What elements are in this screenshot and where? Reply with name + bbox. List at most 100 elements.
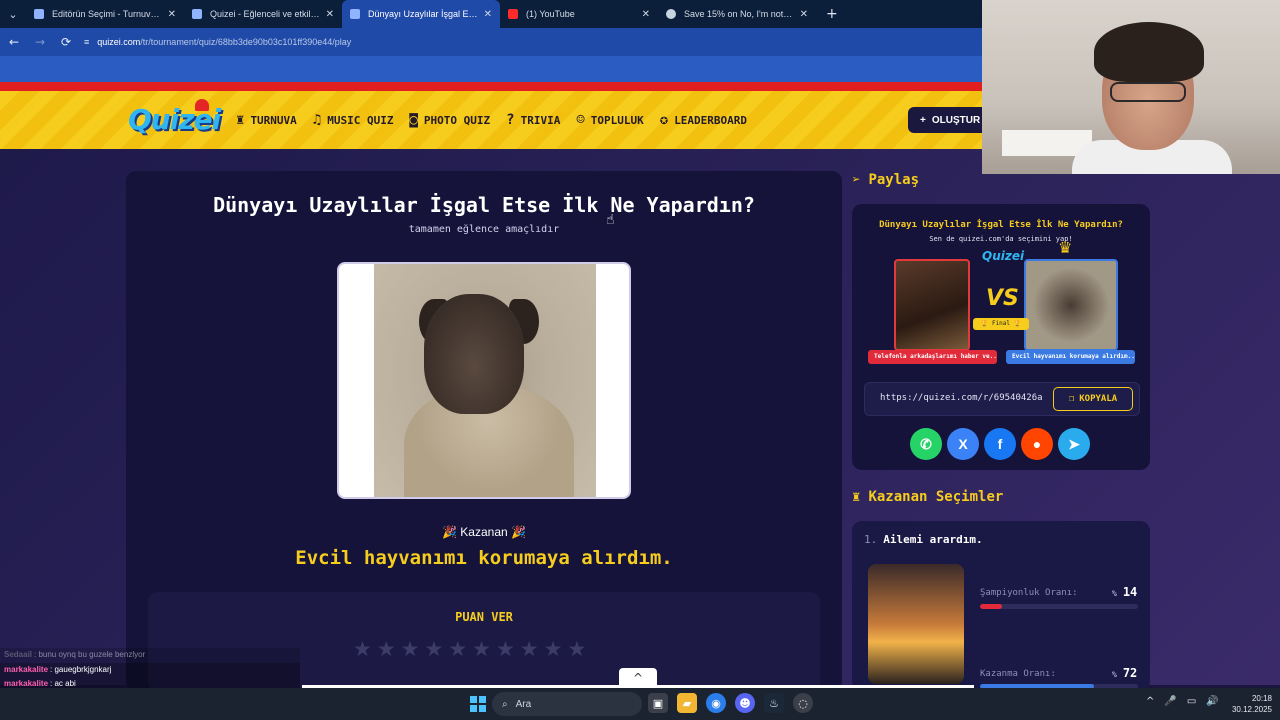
microphone-icon[interactable]: 🎤 (1164, 696, 1176, 707)
steam-favicon-icon (666, 9, 676, 19)
rating-star-icon[interactable]: ★ (567, 638, 586, 660)
nav-label: TURNUVA (250, 113, 297, 127)
nav-topluluk[interactable]: ☺ TOPLULUK (576, 112, 643, 128)
volume-icon[interactable]: 🔊 (1206, 696, 1218, 707)
preview-right-caption: Evcil hayvanımı korumaya alırdım... (1006, 350, 1135, 364)
nav-music-quiz[interactable]: ♫ MUSIC QUIZ (313, 112, 394, 128)
tab-close-icon[interactable]: ✕ (326, 9, 334, 20)
nav-label: PHOTO QUIZ (423, 113, 491, 127)
preview-left-caption: Telefonla arkadaşlarımı haber ve... (868, 350, 997, 364)
question-icon: ? (506, 112, 515, 128)
dog-photo (374, 264, 596, 497)
tab-title: Editörün Seçimi - Turnuva - Quizei (52, 9, 162, 19)
webcam-overlay (982, 0, 1280, 174)
rating-star-icon[interactable]: ★ (353, 638, 372, 660)
taskbar-search[interactable]: ⌕ Ara (492, 692, 642, 716)
nav-turnuva[interactable]: ♜ TURNUVA (236, 112, 297, 128)
chat-username[interactable]: Sedaail (4, 650, 32, 659)
tab-close-icon[interactable]: ✕ (642, 9, 650, 20)
new-tab-button[interactable]: + (826, 6, 838, 22)
site-info-icon[interactable]: ≡ (84, 37, 89, 47)
rank-choice-text: Ailemi arardım. (883, 533, 983, 546)
chrome-icon[interactable]: ◉ (706, 693, 726, 713)
browser-tab[interactable]: Editörün Seçimi - Turnuva - Quizei ✕ (26, 0, 184, 28)
win-rate-value: % 72 (1112, 666, 1138, 680)
rating-star-icon[interactable]: ★ (496, 638, 515, 660)
quizei-favicon-icon (192, 9, 202, 19)
quiz-title: Dünyayı Uzaylılar İşgal Etse İlk Ne Yapa… (213, 193, 755, 217)
x-twitter-icon[interactable]: X (947, 428, 979, 460)
star-rating: ★ ★ ★ ★ ★ ★ ★ ★ ★ ★ (353, 638, 586, 660)
champion-rate-bar (980, 604, 1138, 609)
rating-star-icon[interactable]: ★ (472, 638, 491, 660)
browser-tab[interactable]: Quizei - Eğlenceli ve etkileşimli ✕ (184, 0, 342, 28)
santa-hat-icon (195, 99, 209, 111)
taskbar-search-label: Ara (515, 698, 532, 710)
winners-heading: ♜ Kazanan Seçimler (852, 489, 1003, 505)
rating-star-icon[interactable]: ★ (401, 638, 420, 660)
quizei-favicon-icon (34, 9, 44, 19)
browser-tab[interactable]: Save 15% on No, I'm not a Human ✕ (658, 0, 816, 28)
facebook-icon[interactable]: f (984, 428, 1016, 460)
copy-label: KOPYALA (1079, 394, 1118, 404)
crown-icon: ♛ (1058, 238, 1073, 257)
tab-title: (1) YouTube (526, 9, 575, 19)
winner-label: 🎉 Kazanan 🎉 (442, 525, 526, 539)
chat-username[interactable]: markakalite (4, 665, 48, 674)
task-view-icon[interactable]: ▣ (648, 693, 668, 713)
rating-star-icon[interactable]: ★ (377, 638, 396, 660)
copy-button[interactable]: ❐ KOPYALA (1053, 387, 1133, 411)
plus-icon: + (920, 114, 926, 126)
whatsapp-icon[interactable]: ✆ (910, 428, 942, 460)
steam-icon[interactable]: ♨ (764, 693, 784, 713)
discord-icon[interactable]: ☻ (735, 693, 755, 713)
rating-star-icon[interactable]: ★ (424, 638, 443, 660)
music-icon: ♫ (312, 112, 322, 128)
rating-star-icon[interactable]: ★ (448, 638, 467, 660)
share-preview-subtitle: Sen de quizei.com'da seçimini yap! (929, 235, 1073, 243)
nav-leaderboard[interactable]: ✪ LEADERBOARD (660, 112, 747, 128)
url-field[interactable]: ≡ quizei.com/tr/tournament/quiz/68bb3de9… (84, 37, 351, 47)
nav-trivia[interactable]: ? TRIVIA (506, 112, 560, 128)
network-icon[interactable]: ▭ (1187, 696, 1196, 707)
chat-text: : bunu oynq bu guzele benzlyor (34, 650, 146, 659)
rank-choice-image (868, 564, 964, 684)
app-icon[interactable]: ◌ (793, 693, 813, 713)
preview-vs-badge: VS (986, 286, 1019, 311)
trophy-icon: ♜ (236, 112, 245, 128)
taskbar-clock[interactable]: 20:18 30.12.2025 (1222, 693, 1272, 715)
rating-star-icon[interactable]: ★ (544, 638, 563, 660)
browser-tab-active[interactable]: Dünyayı Uzaylılar İşgal Etse İlk Ne Yapa… (342, 0, 500, 28)
back-button[interactable]: ← (2, 35, 26, 49)
share-preview-title: Dünyayı Uzaylılar İşgal Etse İlk Ne Yapa… (879, 220, 1123, 230)
champion-rate-value: % 14 (1112, 585, 1138, 599)
clock-time: 20:18 (1251, 694, 1272, 703)
chat-text: : gauegbrkjgnkarj (50, 664, 112, 674)
chat-text: : ac abi (50, 679, 76, 688)
taskbar-apps: ▣ ▰ ◉ ☻ ♨ ◌ (648, 693, 813, 713)
windows-start-icon[interactable] (470, 696, 486, 712)
tab-search-icon[interactable]: ⌄ (0, 0, 26, 28)
champion-rate-fill (980, 604, 1003, 609)
tab-close-icon[interactable]: ✕ (800, 9, 808, 20)
main-nav: ♜ TURNUVA ♫ MUSIC QUIZ ◙ PHOTO QUIZ ? TRIVIA… (236, 91, 747, 149)
quizei-favicon-icon (350, 9, 360, 19)
tray-overflow-icon[interactable]: ^ (1146, 696, 1154, 707)
forward-button[interactable]: → (28, 35, 52, 49)
browser-tab[interactable]: (1) YouTube ✕ (500, 0, 658, 28)
search-icon: ⌕ (502, 698, 508, 710)
nav-photo-quiz[interactable]: ◙ PHOTO QUIZ (409, 112, 490, 128)
rating-star-icon[interactable]: ★ (520, 638, 539, 660)
copy-icon: ❐ (1068, 394, 1075, 404)
scroll-top-button[interactable]: ^ (619, 668, 657, 688)
nav-label: MUSIC QUIZ (327, 113, 394, 127)
file-explorer-icon[interactable]: ▰ (677, 693, 697, 713)
reload-button[interactable]: ⟳ (54, 35, 78, 49)
create-button[interactable]: + OLUŞTUR (908, 107, 988, 133)
reddit-icon[interactable]: ● (1021, 428, 1053, 460)
share-link-input[interactable]: https://quizei.com/r/69540426a (880, 393, 1050, 403)
telegram-icon[interactable]: ➤ (1058, 428, 1090, 460)
tab-close-icon[interactable]: ✕ (168, 9, 176, 20)
chat-username[interactable]: markakalite (4, 679, 48, 688)
tab-close-icon[interactable]: ✕ (484, 9, 492, 20)
